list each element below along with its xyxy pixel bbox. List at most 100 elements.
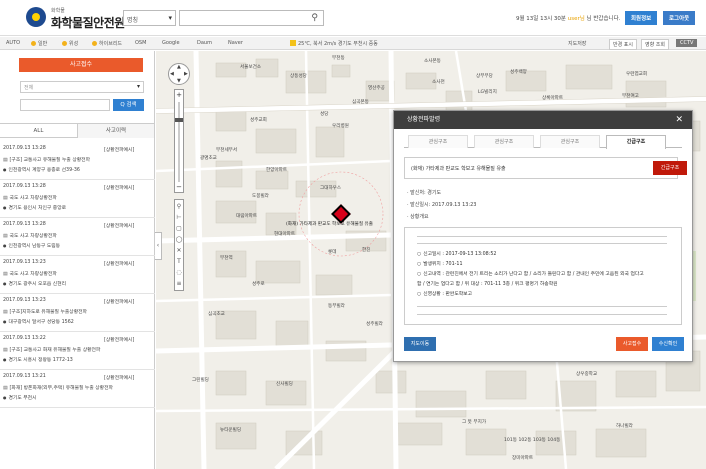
pan-up-icon[interactable]: ▲ [177, 64, 181, 70]
map-label: 우련엽교회 [626, 72, 648, 77]
list-item[interactable]: 2017.09.13 13:28 [상황전파예시] 국도 사고 차량상황전파 경… [0, 180, 155, 218]
item-date: 2017.09.13 13:28 [3, 184, 46, 189]
report-button[interactable]: 사고접수 [19, 58, 143, 72]
weather-info: 25℃, 북서 2m/s 경기도 부천시 중동 [290, 40, 378, 47]
search-icon[interactable]: ⚲ [311, 13, 318, 23]
pan-left-icon[interactable]: ◀ [170, 71, 174, 77]
search-type-select[interactable]: 명칭 ▾ [123, 10, 176, 26]
close-icon[interactable]: ✕ [175, 247, 183, 254]
map-label: 그린빌딩 [192, 378, 209, 383]
tab-level-3[interactable]: 관심구조 [540, 135, 600, 148]
sidebar-tabs: ALL 사고이력 [0, 123, 155, 138]
item-date: 2017.09.13 13:21 [3, 374, 46, 379]
item-address: 경기도 광주시 오포읍 신현리 [3, 280, 67, 287]
logo-icon[interactable] [26, 7, 46, 27]
radius-button[interactable]: 반경 표시 [609, 39, 637, 50]
map-save-label[interactable]: 지도저장 [568, 40, 586, 47]
tab-urgent[interactable]: 긴급구조 [606, 135, 666, 149]
map-label: 도봉빌라 [252, 194, 269, 199]
cctv-button[interactable]: CCTV [676, 39, 698, 47]
toolbar-satellite[interactable]: 위성 [62, 40, 78, 47]
layer-icon[interactable]: ≡ [175, 280, 183, 287]
zoom-out-icon[interactable]: − [175, 183, 183, 192]
item-date: 2017.09.13 13:23 [3, 298, 46, 303]
item-address: 경기도 부천시 [3, 394, 37, 401]
receipt-confirm-button[interactable]: 수신확인 [652, 337, 684, 351]
search-icon[interactable]: ⚲ [175, 203, 183, 210]
tab-level-2[interactable]: 관심구조 [474, 135, 534, 148]
list-item[interactable]: 2017.09.13 13:23 [상황전파예시] 국도 사고 차량상황전파 경… [0, 256, 155, 294]
category-select[interactable]: 전체 ▾ [20, 81, 144, 93]
impact-button[interactable]: 영향 조회 [641, 39, 669, 50]
circle-icon[interactable]: ◯ [175, 236, 183, 243]
toolbar-auto[interactable]: AUTO [6, 40, 20, 46]
map-pan-control[interactable]: ▲ ▼ ◀ ▶ [168, 63, 190, 85]
map-tools: ⚲ ⊢ ▢ ◯ ✕ T ◌ ≡ [174, 199, 184, 291]
zoom-in-icon[interactable]: + [175, 91, 183, 100]
zoom-slider-handle[interactable] [175, 118, 183, 122]
area-icon[interactable]: ▢ [175, 225, 183, 232]
map-label: 성주백양 [510, 70, 527, 75]
sidebar-collapse-icon[interactable]: ‹ [155, 232, 162, 260]
item-title: [구조] 교통사고 화재 유해물질 누출 상황전파 [3, 346, 101, 353]
list-item[interactable]: 2017.09.13 13:28 [상황전파예시] 국도 사고 차량상황전파 인… [0, 218, 155, 256]
zoom-track[interactable] [178, 102, 180, 182]
logout-button[interactable]: 로그아웃 [663, 11, 696, 25]
logo-title[interactable]: 화학물질안전원 [51, 14, 125, 31]
tab-all[interactable]: ALL [0, 124, 77, 138]
tab-history[interactable]: 사고이력 [77, 124, 154, 138]
toolbar-normal[interactable]: 일반 [31, 40, 47, 47]
pan-right-icon[interactable]: ▶ [184, 71, 188, 77]
item-date: 2017.09.13 13:23 [3, 260, 46, 265]
welcome-suffix: 님 반갑습니다. [586, 16, 621, 22]
map-label: 영산주공 [368, 86, 385, 91]
list-item[interactable]: 2017.09.13 13:21 [상황전파예시] [화재] 방폰화재(외부,주… [0, 370, 155, 408]
toolbar-naver[interactable]: Naver [228, 40, 243, 46]
report-submit-button[interactable]: 사고접수 [616, 337, 648, 351]
sidebar-search-input[interactable] [20, 99, 110, 111]
map-label: 성주로 [252, 282, 265, 287]
ruler-icon[interactable]: ⊢ [175, 214, 183, 221]
urgent-rescue-button[interactable]: 긴급구조 [653, 161, 687, 175]
list-item[interactable]: 2017.09.13 13:22 [상황전파예시] [구조] 교통사고 화재 유… [0, 332, 155, 370]
list-item[interactable]: 2017.09.13 13:23 [상황전파예시] [구조]지하도로 유해물질 … [0, 294, 155, 332]
search-input[interactable]: ⚲ [179, 10, 324, 26]
incident-list: 2017.09.13 13:28 [상황전파예시] [구조] 교통사고 유해물질… [0, 142, 155, 408]
sidebar-search-button[interactable]: Q 검색 [113, 99, 144, 111]
item-title: 국도 사고 차량상황전파 [3, 232, 57, 239]
map-label: 대림아파트 [236, 214, 258, 219]
tab-level-1[interactable]: 관심구조 [408, 135, 468, 148]
item-title: 국도 사고 차량상황전파 [3, 270, 57, 277]
divider [417, 314, 667, 315]
item-status: [상황전파예시] [104, 262, 135, 267]
map-label: 광명초교 [200, 156, 217, 161]
list-item[interactable]: 2017.09.13 13:28 [상황전파예시] [구조] 교통사고 유해물질… [0, 142, 155, 180]
overview-row: 신고일시 : 2017-09-13 13:08:52 [417, 250, 496, 257]
close-icon[interactable]: ✕ [675, 111, 683, 129]
eraser-icon[interactable]: ◌ [175, 269, 183, 276]
welcome-time: 9월 13일 13시 30분 [516, 16, 566, 22]
map-move-button[interactable]: 지도이동 [404, 337, 436, 351]
pan-down-icon[interactable]: ▼ [177, 78, 181, 84]
weather-text: 25℃, 북서 2m/s 경기도 부천시 중동 [298, 41, 378, 47]
toolbar-osm[interactable]: OSM [135, 40, 146, 46]
overview-row: 신영상황 : 판완도학보고 [417, 290, 472, 297]
map-label: 부천여고 [622, 94, 639, 99]
toolbar-google[interactable]: Google [162, 40, 180, 46]
category-select-value: 전체 [24, 85, 34, 91]
item-status: [상황전파예시] [104, 186, 135, 191]
map-label: 상록아파트 [542, 96, 564, 101]
dialog-title: 상황전파발령 [407, 116, 441, 123]
map-label: 우리병원 [332, 124, 349, 129]
text-icon[interactable]: T [175, 258, 183, 265]
item-status: [상황전파예시] [104, 224, 135, 229]
divider [417, 243, 667, 244]
toolbar-hybrid[interactable]: 하이브리드 [92, 40, 122, 47]
member-info-button[interactable]: 회원정보 [625, 11, 658, 25]
toolbar-daum[interactable]: Daum [197, 40, 212, 46]
overview-row: 신고내역 : 관련진에서 전기 트리는 소리가 난다고 함 / 소리가 들린다고… [417, 270, 644, 277]
item-address: 인천광역시 남동구 도림동 [3, 242, 61, 249]
item-title: [구조] 교통사고 유해물질 누출 상황전파 [3, 156, 90, 163]
map-label: 롯데 [328, 250, 337, 255]
item-status: [상황전파예시] [104, 148, 135, 153]
